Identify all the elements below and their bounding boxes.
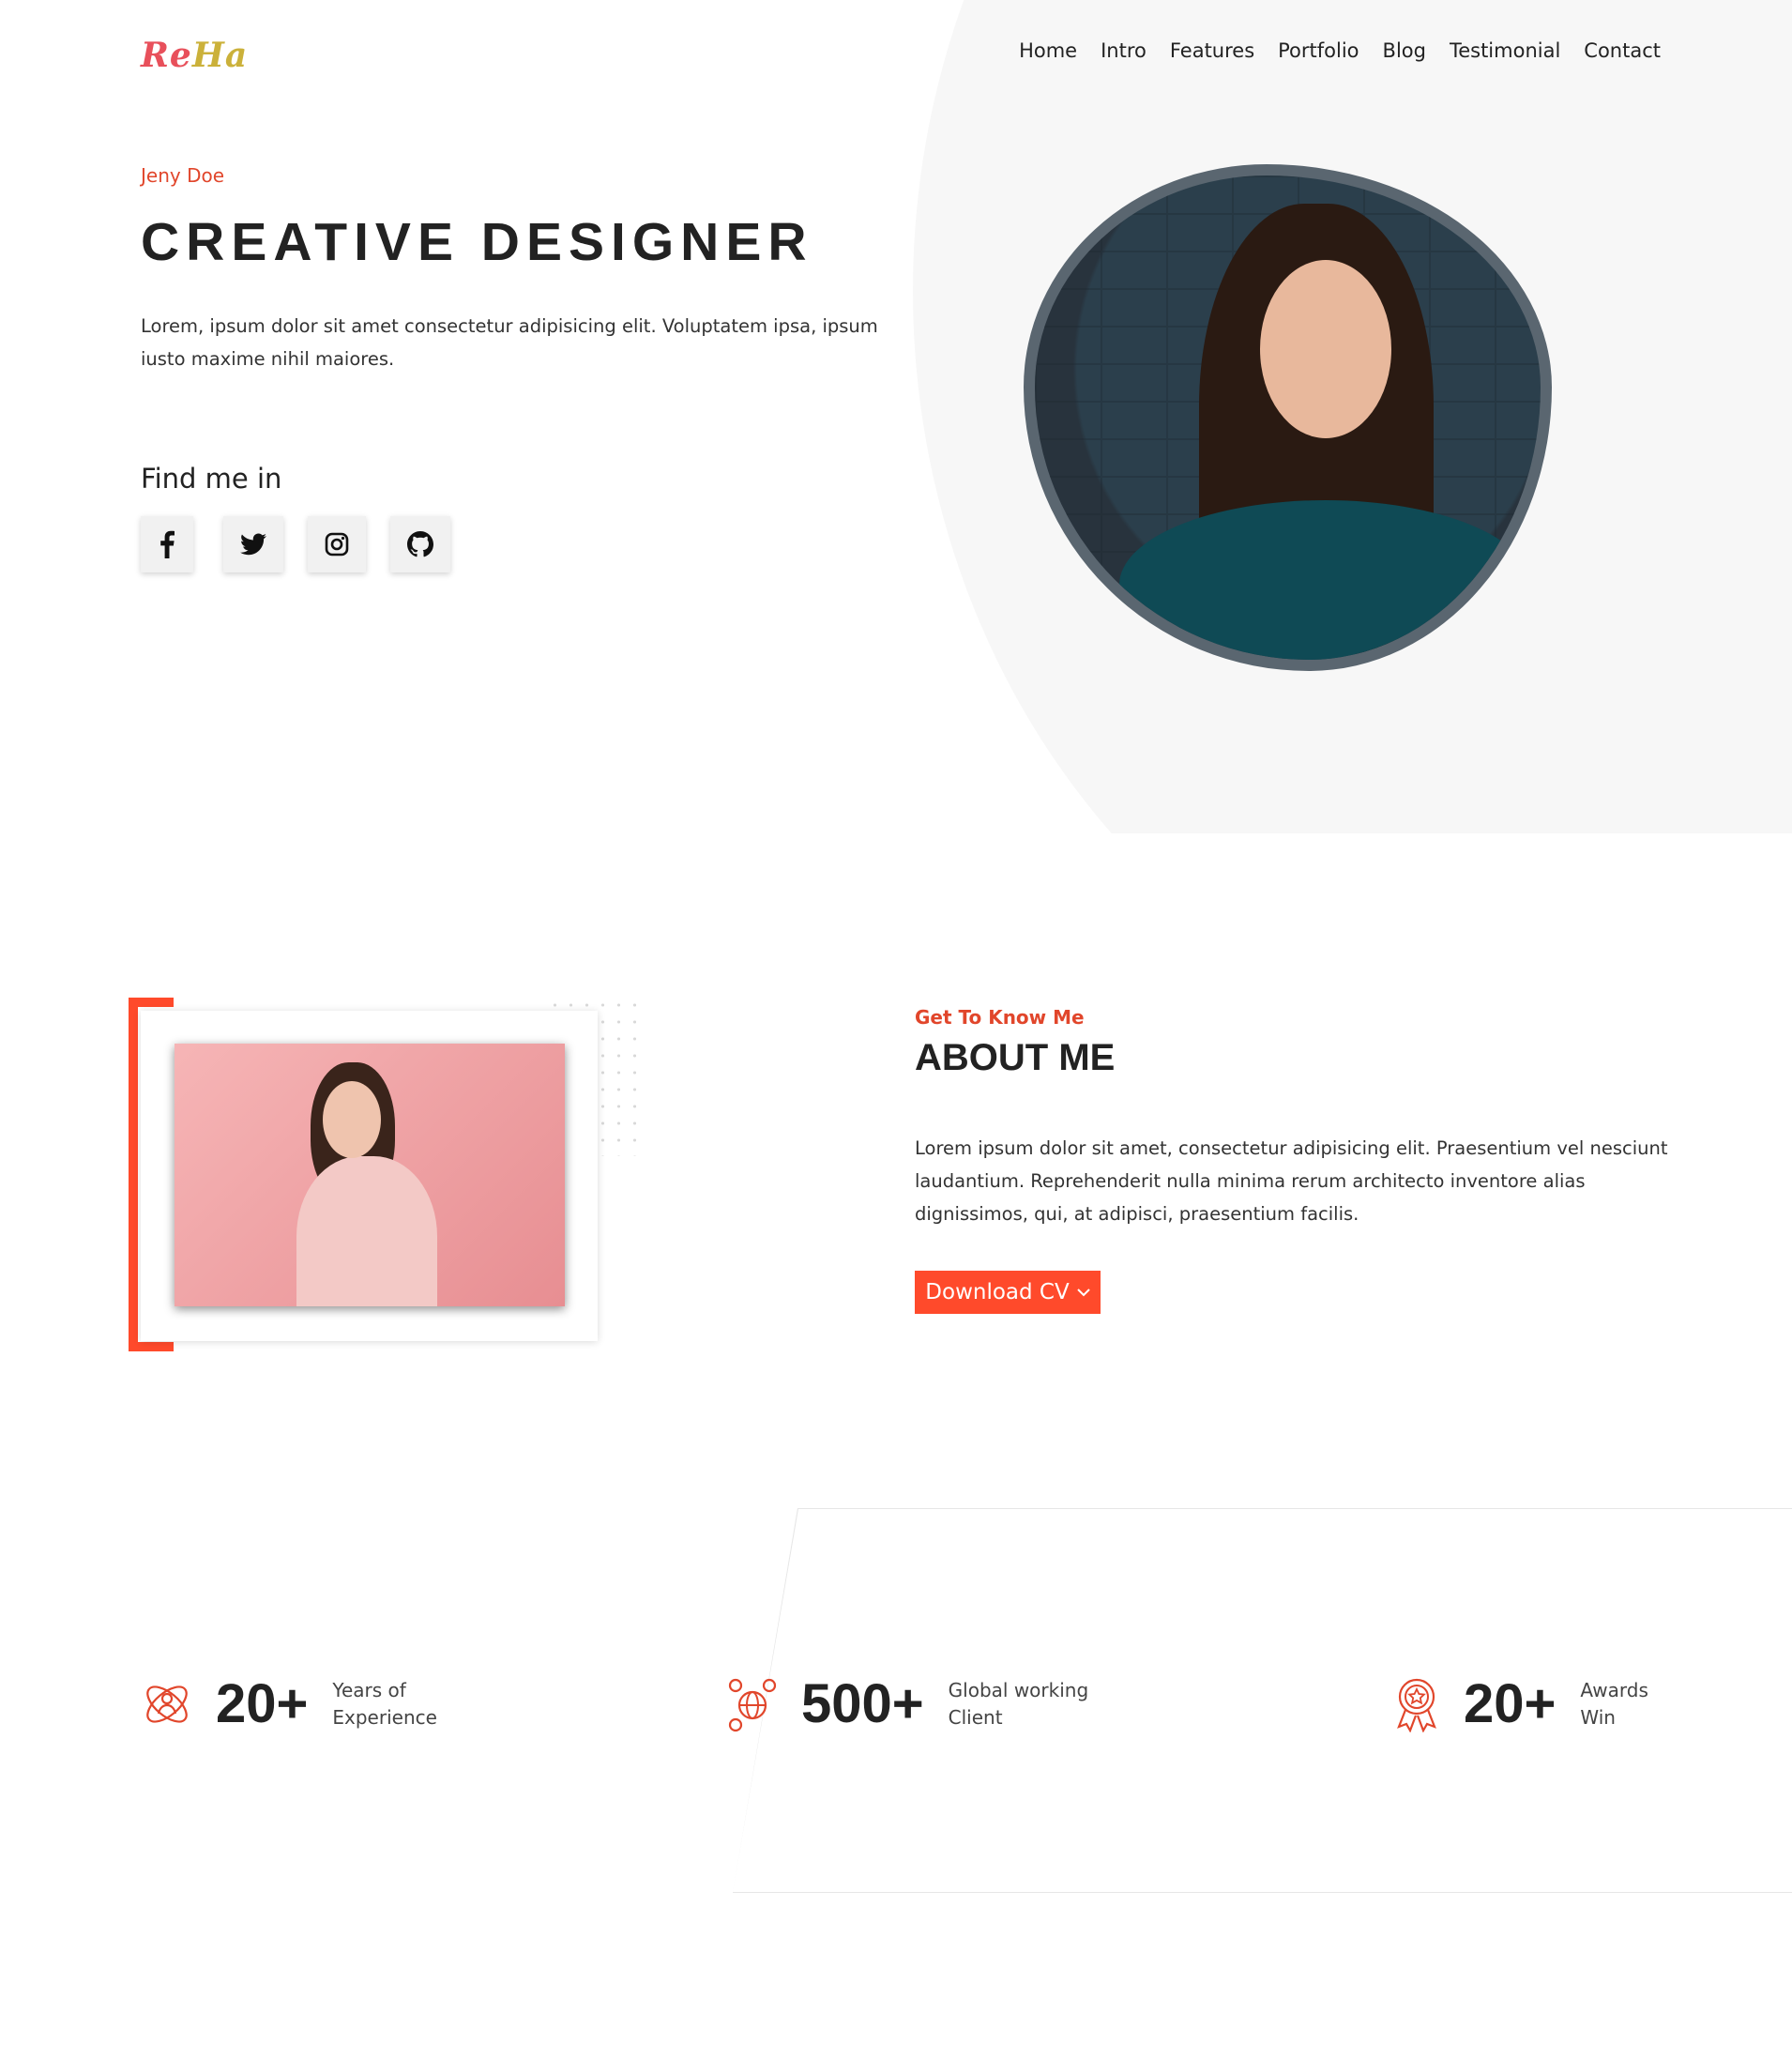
nav-features[interactable]: Features	[1170, 39, 1254, 62]
facebook-link[interactable]	[141, 516, 193, 572]
nav-testimonial[interactable]: Testimonial	[1450, 39, 1560, 62]
logo-part-1: Re	[141, 36, 192, 75]
logo-part-2: Ha	[191, 36, 249, 75]
about-portrait-photo	[175, 1044, 565, 1306]
stat-clients: 500+ Global working Client	[726, 1672, 1088, 1735]
github-icon	[407, 531, 433, 557]
nav-contact[interactable]: Contact	[1584, 39, 1661, 62]
stat-awards: 20+ Awards Win	[1392, 1672, 1648, 1735]
nav-home[interactable]: Home	[1019, 39, 1077, 62]
stat-label-line1: Awards	[1580, 1678, 1648, 1701]
about-title: ABOUT ME	[915, 1037, 1116, 1078]
facebook-icon	[160, 530, 175, 558]
stat-label-line2: Win	[1580, 1705, 1616, 1729]
stat-label-line1: Global working	[948, 1678, 1089, 1701]
stat-experience: 20+ Years of Experience	[141, 1672, 437, 1735]
about-eyebrow: Get To Know Me	[915, 1006, 1085, 1029]
stat-label-line2: Client	[948, 1705, 1003, 1729]
hero-description: Lorem, ipsum dolor sit amet consectetur …	[141, 315, 878, 370]
find-me-label: Find me in	[141, 463, 282, 495]
stat-label: Years of Experience	[332, 1677, 437, 1731]
stat-value: 20+	[1464, 1673, 1557, 1734]
github-link[interactable]	[390, 516, 450, 572]
team-network-icon	[146, 1685, 188, 1723]
about-photo-face	[323, 1081, 381, 1158]
instagram-icon	[325, 532, 349, 557]
photo-shirt	[1119, 500, 1531, 660]
download-cv-label: Download CV	[925, 1280, 1070, 1304]
hero-eyebrow: Jeny Doe	[141, 164, 225, 187]
stat-value: 20+	[216, 1673, 309, 1734]
photo-face	[1260, 260, 1391, 438]
twitter-link[interactable]	[223, 516, 283, 572]
stat-label-line1: Years of	[332, 1678, 406, 1701]
chevron-down-icon	[1077, 1289, 1090, 1297]
about-photo-body	[296, 1156, 437, 1306]
about-description: Lorem ipsum dolor sit amet, consectetur …	[915, 1137, 1668, 1225]
hero-title: CREATIVE DESIGNER	[141, 212, 813, 272]
global-network-icon	[728, 1678, 777, 1731]
stat-label-line2: Experience	[332, 1705, 437, 1729]
instagram-link[interactable]	[308, 516, 366, 572]
hero-portrait-photo	[1024, 164, 1552, 671]
twitter-icon	[240, 533, 266, 556]
nav-portfolio[interactable]: Portfolio	[1278, 39, 1359, 62]
stat-value: 500+	[801, 1673, 924, 1734]
stat-label: Awards Win	[1580, 1677, 1648, 1731]
social-links	[141, 516, 480, 572]
stat-label: Global working Client	[949, 1677, 1088, 1731]
main-nav: Home Intro Features Portfolio Blog Testi…	[1019, 39, 1661, 62]
nav-intro[interactable]: Intro	[1101, 39, 1147, 62]
nav-blog[interactable]: Blog	[1383, 39, 1426, 62]
download-cv-button[interactable]: Download CV	[915, 1271, 1101, 1314]
award-medal-icon	[1397, 1678, 1436, 1732]
brand-logo[interactable]: ReHa	[141, 36, 248, 75]
